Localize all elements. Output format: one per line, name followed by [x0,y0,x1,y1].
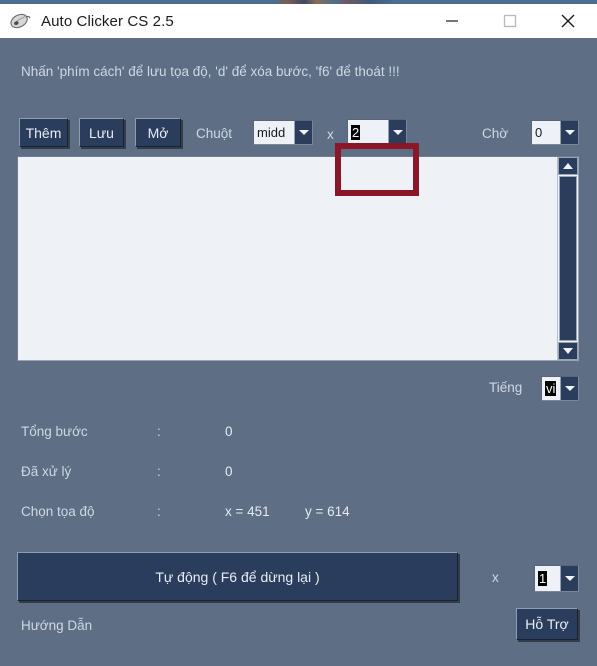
add-step-button[interactable]: Thêm [19,118,68,147]
stat-value-x: x = 451 [225,504,270,519]
stat-separator: : [157,504,161,519]
chevron-down-icon[interactable] [388,120,406,145]
count-value: 2 [351,125,361,140]
steps-listbox-content[interactable] [18,157,557,360]
vertical-scrollbar[interactable] [557,157,578,360]
count-combobox[interactable]: 2 [347,119,407,146]
stat-row-processed: Đã xử lý : 0 [0,458,597,498]
multiplier-value: 1 [538,571,548,586]
minimize-icon [446,20,458,22]
application-window: Auto Clicker CS 2.5 Nhấn 'phím cách' để … [0,0,597,666]
statistics-panel: Tổng bước : 0 Đã xử lý : 0 Chọn tọa độ :… [0,418,597,538]
open-button[interactable]: Mở [135,118,181,147]
mouse-label: Chuột [196,126,233,141]
language-combobox[interactable]: vi [541,376,579,401]
close-button[interactable] [539,4,597,38]
toolbar: Thêm Lưu Mở Chuột midd x 2 Chờ 0 [0,114,597,152]
language-label: Tiếng [489,380,523,395]
chevron-down-icon[interactable] [560,566,578,591]
title-bar: Auto Clicker CS 2.5 [0,4,597,38]
stat-label: Tổng bước [21,424,88,439]
stat-row-coordinates: Chọn tọa độ : x = 451 y = 614 [0,498,597,538]
wait-value: 0 [535,125,543,140]
window-title: Auto Clicker CS 2.5 [41,12,174,30]
multiplier-combobox[interactable]: 1 [534,565,579,592]
stat-value: 0 [225,464,233,479]
scroll-down-button[interactable] [558,342,578,360]
maximize-icon [503,14,517,28]
client-area: Nhấn 'phím cách' để lưu tọa độ, 'd' để x… [0,38,597,666]
stat-separator: : [157,424,161,439]
window-controls [423,4,597,38]
chevron-down-icon[interactable] [560,121,578,144]
maximize-button[interactable] [481,4,539,38]
stat-label: Chọn tọa độ [21,504,95,519]
minimize-button[interactable] [423,4,481,38]
guide-link[interactable]: Hướng Dẫn [21,618,92,633]
chevron-down-icon[interactable] [294,121,312,144]
times-label-top: x [327,127,334,142]
wait-combobox[interactable]: 0 [531,120,579,145]
save-button[interactable]: Lưu [79,118,124,147]
scrollbar-thumb[interactable] [559,176,577,341]
multiplier-row: 1 [0,565,597,592]
hint-text: Nhấn 'phím cách' để lưu tọa độ, 'd' để x… [21,64,400,79]
stat-row-total-steps: Tổng bước : 0 [0,418,597,458]
mouse-type-combobox[interactable]: midd [253,120,313,145]
language-row: Tiếng vi [0,376,597,401]
chevron-down-icon[interactable] [560,377,578,400]
close-icon [561,14,575,28]
stat-label: Đã xử lý [21,464,72,479]
scroll-up-button[interactable] [558,157,578,175]
steps-listbox[interactable] [17,156,579,361]
stat-value-y: y = 614 [305,504,350,519]
mouse-type-value: midd [257,125,286,140]
stat-value: 0 [225,424,233,439]
wait-label: Chờ [482,126,509,141]
stat-separator: : [157,464,161,479]
language-value: vi [545,381,557,396]
support-button[interactable]: Hỗ Trợ [516,608,578,640]
mouse-icon [10,13,31,29]
